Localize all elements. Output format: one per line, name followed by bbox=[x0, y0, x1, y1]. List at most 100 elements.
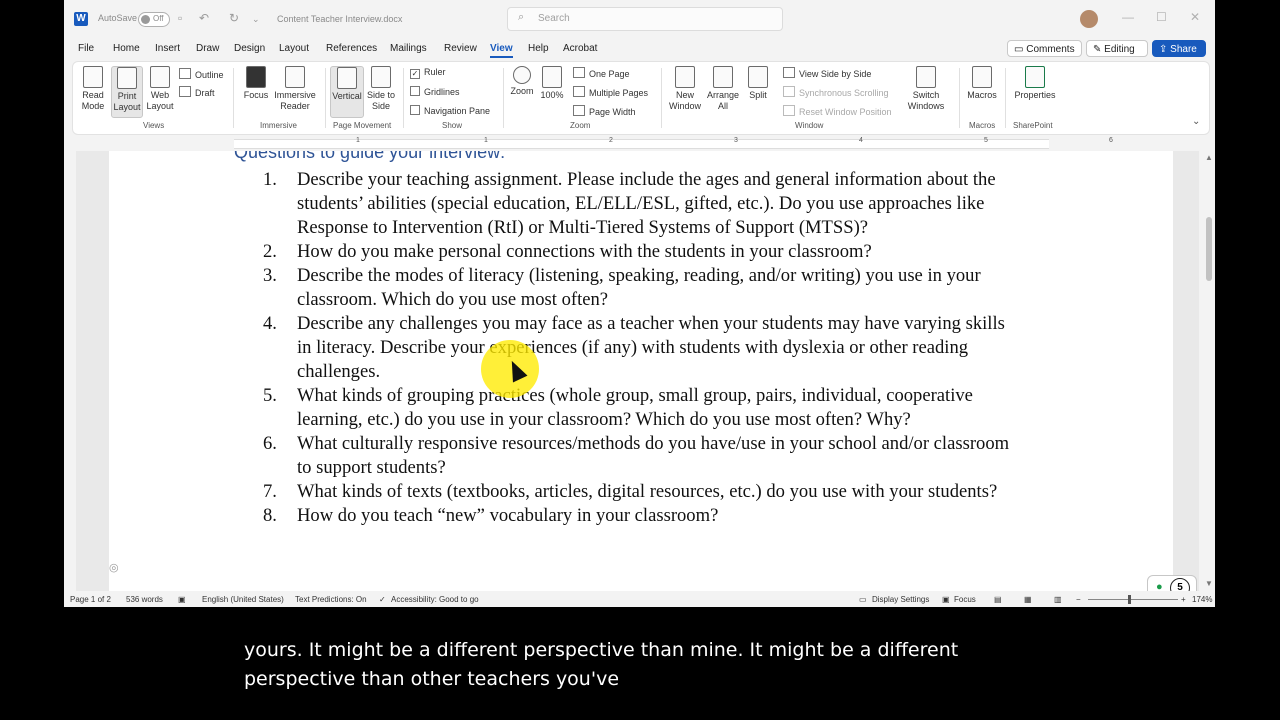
views-group-label: Views bbox=[143, 121, 165, 130]
zoom-slider[interactable] bbox=[1088, 599, 1178, 600]
zoom-100-button[interactable]: 100% bbox=[539, 66, 565, 101]
draft-button[interactable]: Draft bbox=[179, 86, 215, 98]
document-page[interactable]: Questions to guide your interview: 1. Des… bbox=[109, 151, 1173, 591]
share-button[interactable]: ⇪ Share bbox=[1152, 40, 1206, 57]
tab-design[interactable]: Design bbox=[234, 43, 265, 54]
status-bar: Page 1 of 2 536 words ▣ English (United … bbox=[64, 591, 1215, 607]
customize-qat-icon[interactable]: ⌄ bbox=[252, 14, 260, 25]
read-mode-view-icon[interactable]: ▤ bbox=[994, 595, 1002, 604]
print-layout-icon bbox=[117, 67, 137, 89]
ruler-label: Ruler bbox=[424, 67, 446, 77]
proofing-icon[interactable]: ▣ bbox=[178, 595, 186, 604]
tab-home[interactable]: Home bbox=[113, 43, 140, 54]
show-group-label: Show bbox=[442, 121, 463, 130]
tab-draw[interactable]: Draw bbox=[196, 43, 219, 54]
scroll-up-icon[interactable]: ▲ bbox=[1205, 153, 1213, 162]
zoom-out-icon[interactable]: − bbox=[1076, 595, 1081, 604]
tab-acrobat[interactable]: Acrobat bbox=[563, 43, 597, 54]
tab-references[interactable]: References bbox=[326, 43, 377, 54]
zoom-button[interactable]: Zoom bbox=[509, 66, 535, 97]
synchronous-scrolling-button[interactable]: Synchronous Scrolling bbox=[783, 86, 889, 98]
navigation-pane-checkbox[interactable]: Navigation Pane bbox=[410, 105, 490, 116]
undo-icon[interactable]: ↶ bbox=[199, 11, 209, 25]
list-item-text: What kinds of grouping practices (whole … bbox=[297, 385, 973, 430]
avatar[interactable] bbox=[1080, 10, 1098, 28]
print-layout-view-icon[interactable]: ▦ bbox=[1024, 595, 1032, 604]
search-box[interactable]: ⌕ Search bbox=[507, 7, 783, 31]
comments-button[interactable]: ▭ Comments bbox=[1007, 40, 1082, 57]
list-number: 3. bbox=[263, 265, 277, 286]
side-by-side-icon bbox=[783, 67, 795, 78]
zoom-slider-thumb[interactable] bbox=[1128, 595, 1131, 604]
multiple-pages-button[interactable]: Multiple Pages bbox=[573, 86, 648, 98]
scroll-down-icon[interactable]: ▼ bbox=[1205, 579, 1213, 588]
switch-windows-button[interactable]: Switch Windows bbox=[901, 66, 951, 112]
page-width-label: Page Width bbox=[589, 107, 636, 117]
new-window-button[interactable]: New Window bbox=[669, 66, 701, 112]
zoom-in-icon[interactable]: + bbox=[1181, 595, 1186, 604]
page-count[interactable]: Page 1 of 2 bbox=[70, 595, 111, 604]
gridlines-checkbox[interactable]: Gridlines bbox=[410, 86, 460, 97]
tab-layout[interactable]: Layout bbox=[279, 43, 309, 54]
accessibility-status[interactable]: Accessibility: Good to go bbox=[391, 595, 479, 604]
properties-button[interactable]: Properties bbox=[1013, 66, 1057, 101]
one-page-icon bbox=[573, 67, 585, 78]
view-side-by-side-button[interactable]: View Side by Side bbox=[783, 67, 871, 79]
print-layout-label: Print Layout bbox=[113, 91, 141, 112]
read-mode-button[interactable]: Read Mode bbox=[79, 66, 107, 112]
ruler-checkbox[interactable]: ✓ Ruler bbox=[410, 67, 446, 79]
reset-window-position-label: Reset Window Position bbox=[799, 107, 892, 117]
focus-mode[interactable]: Focus bbox=[954, 595, 976, 604]
side-to-side-button[interactable]: Side to Side bbox=[366, 66, 396, 112]
page-movement-group-label: Page Movement bbox=[333, 121, 392, 130]
maximize-icon[interactable]: ☐ bbox=[1156, 10, 1167, 24]
zoom-level[interactable]: 174% bbox=[1192, 595, 1212, 604]
ruler-number: 3 bbox=[734, 137, 738, 144]
immersive-group-label: Immersive bbox=[260, 121, 297, 130]
focus-button[interactable]: Focus bbox=[243, 66, 269, 101]
ruler-number: 4 bbox=[859, 137, 863, 144]
arrange-all-button[interactable]: Arrange All bbox=[706, 66, 740, 112]
tab-view[interactable]: View bbox=[490, 43, 513, 58]
redo-icon[interactable]: ↻ bbox=[229, 11, 239, 25]
save-icon[interactable]: ▫ bbox=[178, 11, 182, 25]
collapse-ribbon-icon[interactable]: ⌄ bbox=[1192, 116, 1200, 127]
page-width-button[interactable]: Page Width bbox=[573, 105, 636, 117]
vertical-ruler[interactable] bbox=[64, 151, 76, 591]
list-item: 3. Describe the modes of literacy (listen… bbox=[259, 264, 1019, 312]
autosave-toggle[interactable]: Off bbox=[138, 12, 170, 27]
vertical-button[interactable]: Vertical bbox=[330, 66, 364, 118]
reset-window-position-button[interactable]: Reset Window Position bbox=[783, 105, 892, 117]
immersive-reader-button[interactable]: Immersive Reader bbox=[273, 66, 317, 112]
display-settings-icon: ▭ bbox=[859, 595, 867, 604]
tab-help[interactable]: Help bbox=[528, 43, 549, 54]
toggle-knob bbox=[141, 15, 150, 24]
web-layout-view-icon[interactable]: ▥ bbox=[1054, 595, 1062, 604]
editing-button[interactable]: ✎ Editing ⌄ bbox=[1086, 40, 1148, 72]
tab-insert[interactable]: Insert bbox=[155, 43, 180, 54]
tab-file[interactable]: File bbox=[78, 43, 94, 54]
immersive-reader-label: Immersive Reader bbox=[274, 90, 316, 111]
macros-button[interactable]: Macros bbox=[967, 66, 997, 101]
display-settings[interactable]: Display Settings bbox=[872, 595, 929, 604]
language[interactable]: English (United States) bbox=[202, 595, 284, 604]
reset-position-icon bbox=[783, 105, 795, 116]
tab-mailings[interactable]: Mailings bbox=[390, 43, 427, 54]
outline-icon bbox=[179, 68, 191, 79]
close-icon[interactable]: ✕ bbox=[1190, 10, 1200, 24]
checkbox-icon bbox=[410, 105, 420, 115]
word-count[interactable]: 536 words bbox=[126, 595, 163, 604]
text-predictions[interactable]: Text Predictions: On bbox=[295, 595, 367, 604]
split-button[interactable]: Split bbox=[744, 66, 772, 101]
print-layout-button[interactable]: Print Layout bbox=[111, 66, 143, 118]
list-number: 1. bbox=[263, 169, 277, 190]
vertical-scrollbar[interactable]: ▲ ▼ bbox=[1203, 151, 1215, 591]
minimize-icon[interactable]: — bbox=[1122, 10, 1134, 24]
tab-review[interactable]: Review bbox=[444, 43, 477, 54]
one-page-button[interactable]: One Page bbox=[573, 67, 630, 79]
web-layout-button[interactable]: Web Layout bbox=[145, 66, 175, 112]
scrollbar-thumb[interactable] bbox=[1206, 217, 1212, 281]
outline-button[interactable]: Outline bbox=[179, 68, 224, 80]
fingerprint-icon[interactable]: ◎ bbox=[109, 561, 119, 574]
horizontal-ruler[interactable]: 1 1 2 3 4 5 6 bbox=[64, 135, 1215, 151]
